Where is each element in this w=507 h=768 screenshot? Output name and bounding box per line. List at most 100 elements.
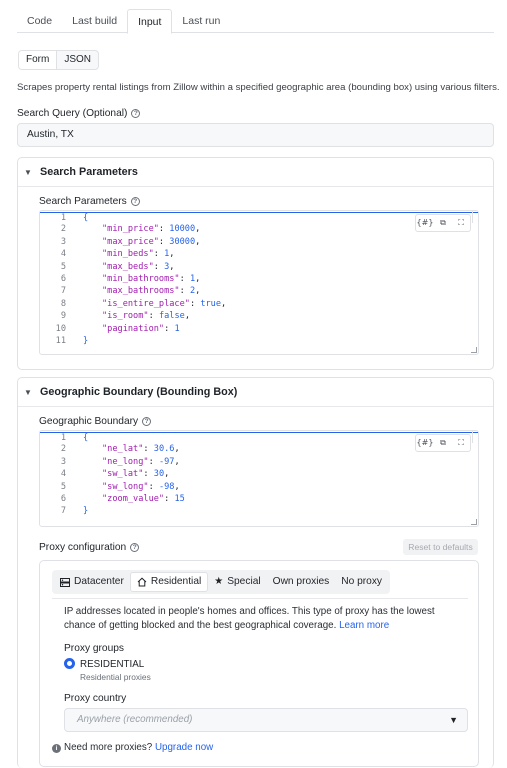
code-line: 11} xyxy=(40,336,478,348)
json-view-button[interactable]: JSON xyxy=(57,51,98,69)
copy-icon[interactable]: ⧉ xyxy=(434,435,452,451)
json-key: "max_bathrooms" xyxy=(102,286,180,297)
format-json-icon[interactable]: {#} xyxy=(416,435,434,451)
code-text: "min_bathrooms": 1, xyxy=(102,273,201,284)
section-title: Search Parameters xyxy=(40,166,138,178)
proxy-config-panel: Datacenter Residential ★ Special Own pro… xyxy=(39,560,479,767)
line-number: 9 xyxy=(60,311,66,322)
tab-label: Own proxies xyxy=(272,576,330,587)
code-text: "max_price": 30000, xyxy=(102,236,201,247)
tab-special[interactable]: ★ Special xyxy=(208,572,266,592)
proxy-configuration-label: Proxy configuration ? xyxy=(39,542,140,553)
upgrade-now-link[interactable]: Upgrade now xyxy=(155,742,213,753)
json-value: -98 xyxy=(158,481,175,492)
line-number: 5 xyxy=(60,261,66,272)
editor-toolbar: {#} ⧉ ⛶ xyxy=(415,434,471,452)
proxy-country-select[interactable]: Anywhere (recommended) ▼ xyxy=(64,708,468,732)
residential-radio[interactable] xyxy=(64,658,75,669)
json-punct: , xyxy=(221,298,227,309)
proxy-country-label: Proxy country xyxy=(64,693,127,704)
tab-residential[interactable]: Residential xyxy=(129,572,209,592)
learn-more-link[interactable]: Learn more xyxy=(339,620,389,631)
code-lines: 1{2 "ne_lat": 30.6, 3 "ne_long": -97, 4 "sw_l… xyxy=(40,431,478,519)
resize-handle-icon[interactable] xyxy=(471,347,477,353)
code-text: "is_entire_place": true, xyxy=(102,298,227,309)
residential-radio-label[interactable]: RESIDENTIAL xyxy=(80,659,144,670)
resize-handle-icon[interactable] xyxy=(471,519,477,525)
code-line: 1{ xyxy=(40,212,478,225)
proxy-country-value: Anywhere (recommended) xyxy=(77,714,193,725)
editor-toolbar: {#} ⧉ ⛶ xyxy=(415,214,471,232)
copy-icon[interactable]: ⧉ xyxy=(434,215,452,231)
help-icon[interactable]: ? xyxy=(131,109,141,118)
geographic-boundary-editor[interactable]: 1{2 "ne_lat": 30.6, 3 "ne_long": -97, 4 "sw_l… xyxy=(39,430,479,527)
tab-code[interactable]: Code xyxy=(17,9,62,33)
brace: { xyxy=(83,213,89,223)
search-query-input[interactable]: Austin, TX xyxy=(17,123,494,147)
line-number: 5 xyxy=(60,481,66,492)
code-line: 4 "sw_lat": 30, xyxy=(40,469,478,481)
proxy-type-tabs: Datacenter Residential ★ Special Own pro… xyxy=(52,570,391,594)
tab-no-proxy[interactable]: No proxy xyxy=(335,572,388,592)
tab-datacenter[interactable]: Datacenter xyxy=(54,572,130,592)
tab-last-run[interactable]: Last run xyxy=(172,9,230,33)
search-parameters-header[interactable]: ▼ Search Parameters xyxy=(18,158,493,187)
json-key: "min_price" xyxy=(102,224,159,235)
format-json-icon[interactable]: {#} xyxy=(416,215,434,231)
editor-scrollbar[interactable] xyxy=(472,431,478,443)
code-text: "sw_lat": 30, xyxy=(102,469,170,480)
fullscreen-icon[interactable]: ⛶ xyxy=(452,435,470,451)
actor-description: Scrapes property rental listings from Zi… xyxy=(17,82,500,93)
search-parameters-label-text: Search Parameters xyxy=(39,196,127,207)
tab-own-proxies[interactable]: Own proxies xyxy=(267,572,336,592)
code-text: "is_room": false, xyxy=(102,311,190,322)
json-punct: , xyxy=(169,261,175,272)
help-icon[interactable]: ? xyxy=(130,197,140,206)
json-punct: , xyxy=(195,224,201,235)
json-key: "sw_long" xyxy=(102,481,149,492)
geographic-boundary-header[interactable]: ▼ Geographic Boundary (Bounding Box) xyxy=(18,378,493,407)
help-icon[interactable]: ? xyxy=(130,543,140,552)
json-punct: , xyxy=(174,456,180,467)
editor-scrollbar[interactable] xyxy=(472,211,478,223)
json-key: "zoom_value" xyxy=(102,493,165,504)
code-line: 5 "sw_long": -98, xyxy=(40,482,478,494)
json-punct: , xyxy=(195,273,201,284)
tab-input[interactable]: Input xyxy=(127,9,173,34)
json-key: "max_beds" xyxy=(102,261,154,272)
json-value: false xyxy=(158,311,185,322)
code-line: 7 "max_bathrooms": 2, xyxy=(40,286,478,298)
code-text: "min_beds": 1, xyxy=(102,249,175,260)
residential-radio-description: Residential proxies xyxy=(80,672,151,682)
code-line: 2 "ne_lat": 30.6, xyxy=(40,444,478,456)
json-key: "ne_lat" xyxy=(102,444,144,455)
reset-to-defaults-button[interactable]: Reset to defaults xyxy=(403,539,478,555)
code-line: 1{ xyxy=(40,432,478,445)
tab-last-build[interactable]: Last build xyxy=(62,9,127,33)
divider xyxy=(52,598,468,599)
info-icon: i xyxy=(52,744,61,753)
json-punct: , xyxy=(174,444,180,455)
code-text: { xyxy=(66,213,88,224)
json-value: -97 xyxy=(158,456,175,467)
json-punct: , xyxy=(195,236,201,247)
code-line: 6 "zoom_value": 15 xyxy=(40,494,478,506)
search-parameters-editor[interactable]: 1{2 "min_price": 10000, 3 "max_price": 3000… xyxy=(39,210,479,355)
code-line: 9 "is_room": false, xyxy=(40,311,478,323)
code-text: "sw_long": -98, xyxy=(102,481,180,492)
brace: { xyxy=(83,433,89,443)
form-view-button[interactable]: Form xyxy=(19,51,58,69)
line-number: 2 xyxy=(60,224,66,235)
json-key: "max_price" xyxy=(102,236,159,247)
code-text: } xyxy=(66,336,88,348)
tab-label: No proxy xyxy=(341,576,383,587)
geographic-boundary-label: Geographic Boundary ? xyxy=(39,416,152,427)
help-icon[interactable]: ? xyxy=(142,417,152,426)
line-number: 11 xyxy=(55,335,66,346)
line-number: 3 xyxy=(60,236,66,247)
json-value: 15 xyxy=(174,493,185,504)
code-lines: 1{2 "min_price": 10000, 3 "max_price": 3000… xyxy=(40,211,478,348)
fullscreen-icon[interactable]: ⛶ xyxy=(452,215,470,231)
code-line: 3 "max_price": 30000, xyxy=(40,237,478,249)
json-key: "sw_lat" xyxy=(102,469,144,480)
